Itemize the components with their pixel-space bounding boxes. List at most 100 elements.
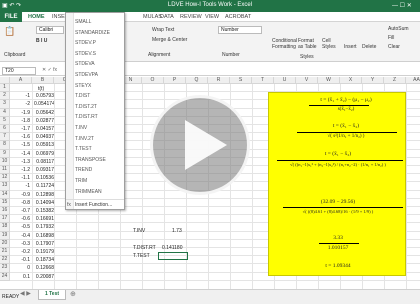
- function-menu-item[interactable]: T.INV.2T: [75, 136, 94, 142]
- paste-icon[interactable]: 📋: [4, 26, 15, 37]
- cell-b[interactable]: 0.12668: [34, 265, 54, 271]
- number-format-dropdown[interactable]: Number: [218, 26, 262, 34]
- window-controls[interactable]: — ☐ ✕: [392, 2, 412, 9]
- cell-b[interactable]: 0.05793: [34, 93, 54, 99]
- cell-a[interactable]: 0: [12, 265, 30, 271]
- tdistrt-label[interactable]: T.DIST.RT: [133, 245, 156, 251]
- function-menu-item[interactable]: STDEVA: [75, 61, 95, 67]
- add-sheet-icon[interactable]: ⊕: [70, 290, 76, 298]
- cell-b[interactable]: 0.12898: [34, 192, 54, 198]
- tinv-value[interactable]: 1.73: [172, 228, 182, 234]
- conditional-formatting-button[interactable]: Conditional Formatting: [272, 38, 297, 50]
- font-name-box[interactable]: Calibri: [36, 26, 64, 34]
- tab-file[interactable]: FILE: [0, 12, 22, 22]
- column-header[interactable]: W: [318, 77, 340, 84]
- fill-button[interactable]: Fill: [388, 35, 394, 41]
- tinv-label[interactable]: T.INV: [133, 228, 145, 234]
- row-header[interactable]: 7: [0, 133, 10, 142]
- row-header[interactable]: 20: [0, 239, 10, 248]
- cell-b[interactable]: 0.05642: [34, 110, 54, 116]
- row-header[interactable]: 8: [0, 141, 10, 150]
- row-header[interactable]: 3: [0, 100, 10, 109]
- row-header[interactable]: 14: [0, 190, 10, 199]
- column-header[interactable]: AA: [406, 77, 420, 84]
- column-header[interactable]: U: [274, 77, 296, 84]
- select-all-corner[interactable]: [0, 77, 10, 84]
- insert-function-item[interactable]: Insert Function...: [75, 202, 112, 208]
- function-menu-item[interactable]: TREND: [75, 167, 92, 173]
- row-header[interactable]: 9: [0, 149, 10, 158]
- cell-b[interactable]: 0.19179: [34, 249, 54, 255]
- sheet-nav-icon[interactable]: ◀ ▶: [20, 290, 31, 297]
- cell-b[interactable]: 0.08117: [34, 159, 54, 165]
- function-menu-item[interactable]: STDEV.S: [75, 51, 96, 57]
- function-menu-item[interactable]: T.DIST.RT: [75, 114, 98, 120]
- cell-a[interactable]: -1.8: [12, 118, 30, 124]
- function-menu-item[interactable]: T.TEST: [75, 146, 92, 152]
- row-header[interactable]: 1: [0, 84, 10, 93]
- cell-b[interactable]: 0.04157: [34, 126, 54, 132]
- cell-a[interactable]: -1.7: [12, 126, 30, 132]
- cell-b[interactable]: 0.02877: [34, 118, 54, 124]
- row-header[interactable]: 17: [0, 215, 10, 224]
- cell-b[interactable]: 0.04937: [34, 134, 54, 140]
- row-header[interactable]: 23: [0, 264, 10, 273]
- ttest-label[interactable]: T.TEST: [133, 253, 150, 259]
- cell-a[interactable]: -1: [12, 93, 30, 99]
- cell-a[interactable]: -0.2: [12, 249, 30, 255]
- cell-a[interactable]: -0.4: [12, 233, 30, 239]
- tab-acrobat[interactable]: ACROBAT: [225, 14, 251, 20]
- tab-home[interactable]: HOME: [28, 14, 45, 20]
- column-header[interactable]: S: [230, 77, 252, 84]
- column-header[interactable]: R: [208, 77, 230, 84]
- cell-a[interactable]: -0.9: [12, 192, 30, 198]
- row-header[interactable]: 2: [0, 92, 10, 101]
- cell-a[interactable]: -1.2: [12, 167, 30, 173]
- function-menu-item[interactable]: T.DIST: [75, 93, 90, 99]
- column-header[interactable]: P: [164, 77, 186, 84]
- cell-b[interactable]: 0.16691: [34, 216, 54, 222]
- insert-cells-button[interactable]: Insert: [344, 44, 357, 50]
- tab-review[interactable]: REVIEW: [180, 14, 202, 20]
- cell-b[interactable]: 0.06979: [34, 151, 54, 157]
- row-header[interactable]: 4: [0, 108, 10, 117]
- tab-view[interactable]: VIEW: [205, 14, 219, 20]
- function-menu-item[interactable]: TRANSPOSE: [75, 157, 106, 163]
- tab-insert[interactable]: INSE: [52, 14, 65, 20]
- cell-a[interactable]: -1.6: [12, 134, 30, 140]
- column-b-title[interactable]: t(t): [38, 86, 44, 92]
- tdistrt-value[interactable]: 0.141180: [162, 245, 182, 251]
- cell-a[interactable]: -0.5: [12, 224, 30, 230]
- row-header[interactable]: 22: [0, 256, 10, 265]
- row-header[interactable]: 5: [0, 116, 10, 125]
- row-header[interactable]: 10: [0, 157, 10, 166]
- column-header[interactable]: Q: [186, 77, 208, 84]
- row-header[interactable]: 12: [0, 174, 10, 183]
- cell-b[interactable]: 0.09317: [34, 167, 54, 173]
- cell-b[interactable]: 0.05913: [34, 142, 54, 148]
- play-button[interactable]: [150, 95, 250, 195]
- function-menu-item[interactable]: STDEV.P: [75, 40, 96, 46]
- cell-b[interactable]: 0.20087: [34, 274, 54, 280]
- function-menu-item[interactable]: STDEVPA: [75, 72, 98, 78]
- cell-a[interactable]: -1.9: [12, 110, 30, 116]
- column-header[interactable]: B: [32, 77, 54, 84]
- cell-a[interactable]: -1.1: [12, 175, 30, 181]
- row-header[interactable]: 19: [0, 231, 10, 240]
- selected-cell[interactable]: [158, 252, 188, 260]
- function-menu-item[interactable]: TRIMMEAN: [75, 189, 102, 195]
- cell-a[interactable]: -0.3: [12, 241, 30, 247]
- sheet-tab-active[interactable]: 1 Test: [38, 290, 66, 300]
- merge-center-button[interactable]: Merge & Center: [152, 37, 187, 43]
- cell-b[interactable]: 0.14094: [34, 200, 54, 206]
- column-header[interactable]: X: [340, 77, 362, 84]
- cell-a[interactable]: -0.6: [12, 216, 30, 222]
- function-menu-item[interactable]: STANDARDIZE: [75, 30, 110, 36]
- row-header[interactable]: 15: [0, 198, 10, 207]
- cell-b[interactable]: 0.17932: [34, 224, 54, 230]
- row-header[interactable]: 6: [0, 125, 10, 134]
- function-menu-item[interactable]: TRIM: [75, 178, 87, 184]
- clear-button[interactable]: Clear: [388, 44, 400, 50]
- autosum-button[interactable]: AutoSum: [388, 26, 409, 32]
- bold-button[interactable]: B I U: [36, 38, 47, 44]
